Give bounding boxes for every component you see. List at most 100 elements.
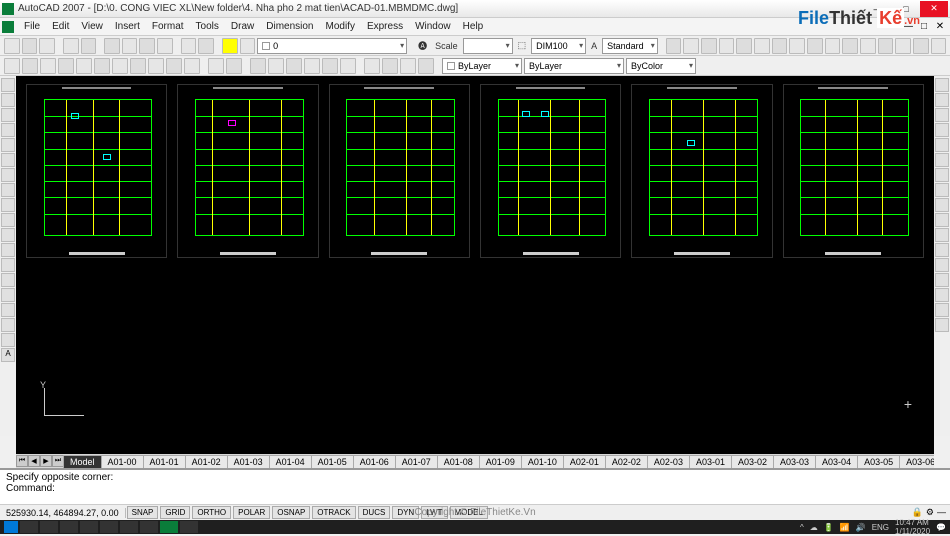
dim-linear-icon[interactable] (666, 38, 682, 54)
block-icon[interactable] (364, 58, 380, 74)
zoom-out-icon[interactable] (148, 58, 164, 74)
tab-a01-00[interactable]: A01-00 (101, 455, 144, 468)
dim-dia-icon[interactable] (754, 38, 770, 54)
zoom-all-icon[interactable] (166, 58, 182, 74)
pan-icon[interactable] (208, 58, 224, 74)
tab-next-icon[interactable]: ▶ (40, 455, 52, 467)
tab-a03-06[interactable]: A03-06 (899, 455, 934, 468)
scale-icon[interactable] (935, 183, 949, 197)
minimize-button[interactable]: — (864, 1, 892, 17)
task-autocad-icon[interactable] (160, 521, 178, 533)
menu-edit[interactable]: Edit (46, 21, 75, 32)
explode-icon[interactable] (935, 318, 949, 332)
menu-dimension[interactable]: Dimension (260, 21, 319, 32)
make-block-icon[interactable] (1, 258, 15, 272)
tray-battery-icon[interactable]: 🔋 (824, 523, 834, 532)
menu-draw[interactable]: Draw (225, 21, 260, 32)
tab-a02-01[interactable]: A02-01 (563, 455, 606, 468)
ellipse-arc-icon[interactable] (1, 228, 15, 242)
design-center-icon[interactable] (268, 58, 284, 74)
redo-icon[interactable] (198, 38, 214, 54)
menu-window[interactable]: Window (409, 21, 457, 32)
zoom-extents-icon[interactable] (184, 58, 200, 74)
point-icon[interactable] (1, 273, 15, 287)
region-icon[interactable] (418, 58, 434, 74)
task-search-icon[interactable] (20, 521, 38, 533)
textstyle-combo[interactable]: Standard (602, 38, 658, 54)
toggle-polar[interactable]: POLAR (233, 506, 270, 519)
tab-a03-03[interactable]: A03-03 (773, 455, 816, 468)
dim-tedit-icon[interactable] (913, 38, 929, 54)
dim-aligned-icon[interactable] (683, 38, 699, 54)
menu-format[interactable]: Format (146, 21, 190, 32)
dim-quick-icon[interactable] (789, 38, 805, 54)
zoom-window-icon[interactable] (40, 58, 56, 74)
menu-tools[interactable]: Tools (190, 21, 225, 32)
pline-icon[interactable] (1, 108, 15, 122)
copy-icon[interactable] (122, 38, 138, 54)
array-icon[interactable] (935, 138, 949, 152)
toggle-otrack[interactable]: OTRACK (312, 506, 355, 519)
zoom-scale-icon[interactable] (76, 58, 92, 74)
rotate-icon[interactable] (935, 168, 949, 182)
hatch-icon[interactable] (400, 58, 416, 74)
circle-icon[interactable] (1, 168, 15, 182)
match-icon[interactable] (157, 38, 173, 54)
tab-prev-icon[interactable]: ◀ (28, 455, 40, 467)
tab-a01-05[interactable]: A01-05 (311, 455, 354, 468)
sheet-set-icon[interactable] (304, 58, 320, 74)
menu-insert[interactable]: Insert (109, 21, 146, 32)
dim-center-icon[interactable] (878, 38, 894, 54)
menu-file[interactable]: File (18, 21, 46, 32)
layer-combo[interactable]: 0 (257, 38, 407, 54)
orbit-icon[interactable] (226, 58, 242, 74)
tray-notif-icon[interactable]: 💬 (936, 523, 946, 532)
color-combo[interactable]: ByLayer (442, 58, 522, 74)
tray-time[interactable]: 10:47 AM1/11/2020 (895, 518, 930, 536)
revcloud-icon[interactable] (1, 183, 15, 197)
zoom-realtime-icon[interactable] (4, 58, 20, 74)
tray-wifi-icon[interactable]: 📶 (840, 523, 850, 532)
break-point-icon[interactable] (935, 243, 949, 257)
lineweight-combo[interactable]: ByColor (626, 58, 696, 74)
toggle-ducs[interactable]: DUCS (358, 506, 391, 519)
tab-a01-07[interactable]: A01-07 (395, 455, 438, 468)
zoom-in-icon[interactable] (130, 58, 146, 74)
polygon-icon[interactable] (1, 123, 15, 137)
dim-update-icon[interactable] (931, 38, 947, 54)
task-cortana-icon[interactable] (40, 521, 58, 533)
undo-icon[interactable] (181, 38, 197, 54)
tab-model[interactable]: Model (63, 455, 102, 468)
tray-lang[interactable]: ENG (872, 523, 889, 532)
toggle-osnap[interactable]: OSNAP (272, 506, 310, 519)
rectangle-icon[interactable] (1, 138, 15, 152)
tab-a01-04[interactable]: A01-04 (269, 455, 312, 468)
hatch-tool-icon[interactable] (1, 288, 15, 302)
tab-a01-10[interactable]: A01-10 (521, 455, 564, 468)
toggle-snap[interactable]: SNAP (127, 506, 159, 519)
tray-comm-icon[interactable]: 🔒 (912, 507, 923, 518)
doc-close[interactable]: ✕ (932, 21, 948, 32)
dim-leader-icon[interactable] (842, 38, 858, 54)
mirror-icon[interactable] (935, 108, 949, 122)
tray-vol-icon[interactable]: 🔊 (856, 523, 866, 532)
menu-express[interactable]: Express (361, 21, 409, 32)
fillet-icon[interactable] (935, 303, 949, 317)
copy-tool-icon[interactable] (935, 93, 949, 107)
coordinates[interactable]: 525930.14, 464894.27, 0.00 (0, 508, 126, 518)
tab-a01-08[interactable]: A01-08 (437, 455, 480, 468)
mtext-icon[interactable]: A (1, 348, 15, 362)
dim-arc-icon[interactable] (701, 38, 717, 54)
line-icon[interactable] (1, 78, 15, 92)
stretch-icon[interactable] (935, 198, 949, 212)
maximize-button[interactable]: □ (892, 1, 920, 17)
gradient-icon[interactable] (1, 303, 15, 317)
dim-cont-icon[interactable] (825, 38, 841, 54)
markup-icon[interactable] (322, 58, 338, 74)
doc-restore[interactable]: □ (916, 21, 932, 32)
layer-color-icon[interactable] (222, 38, 238, 54)
arc-icon[interactable] (1, 153, 15, 167)
zoom-dynamic-icon[interactable] (58, 58, 74, 74)
tab-a01-03[interactable]: A01-03 (227, 455, 270, 468)
close-button[interactable]: ✕ (920, 1, 948, 17)
